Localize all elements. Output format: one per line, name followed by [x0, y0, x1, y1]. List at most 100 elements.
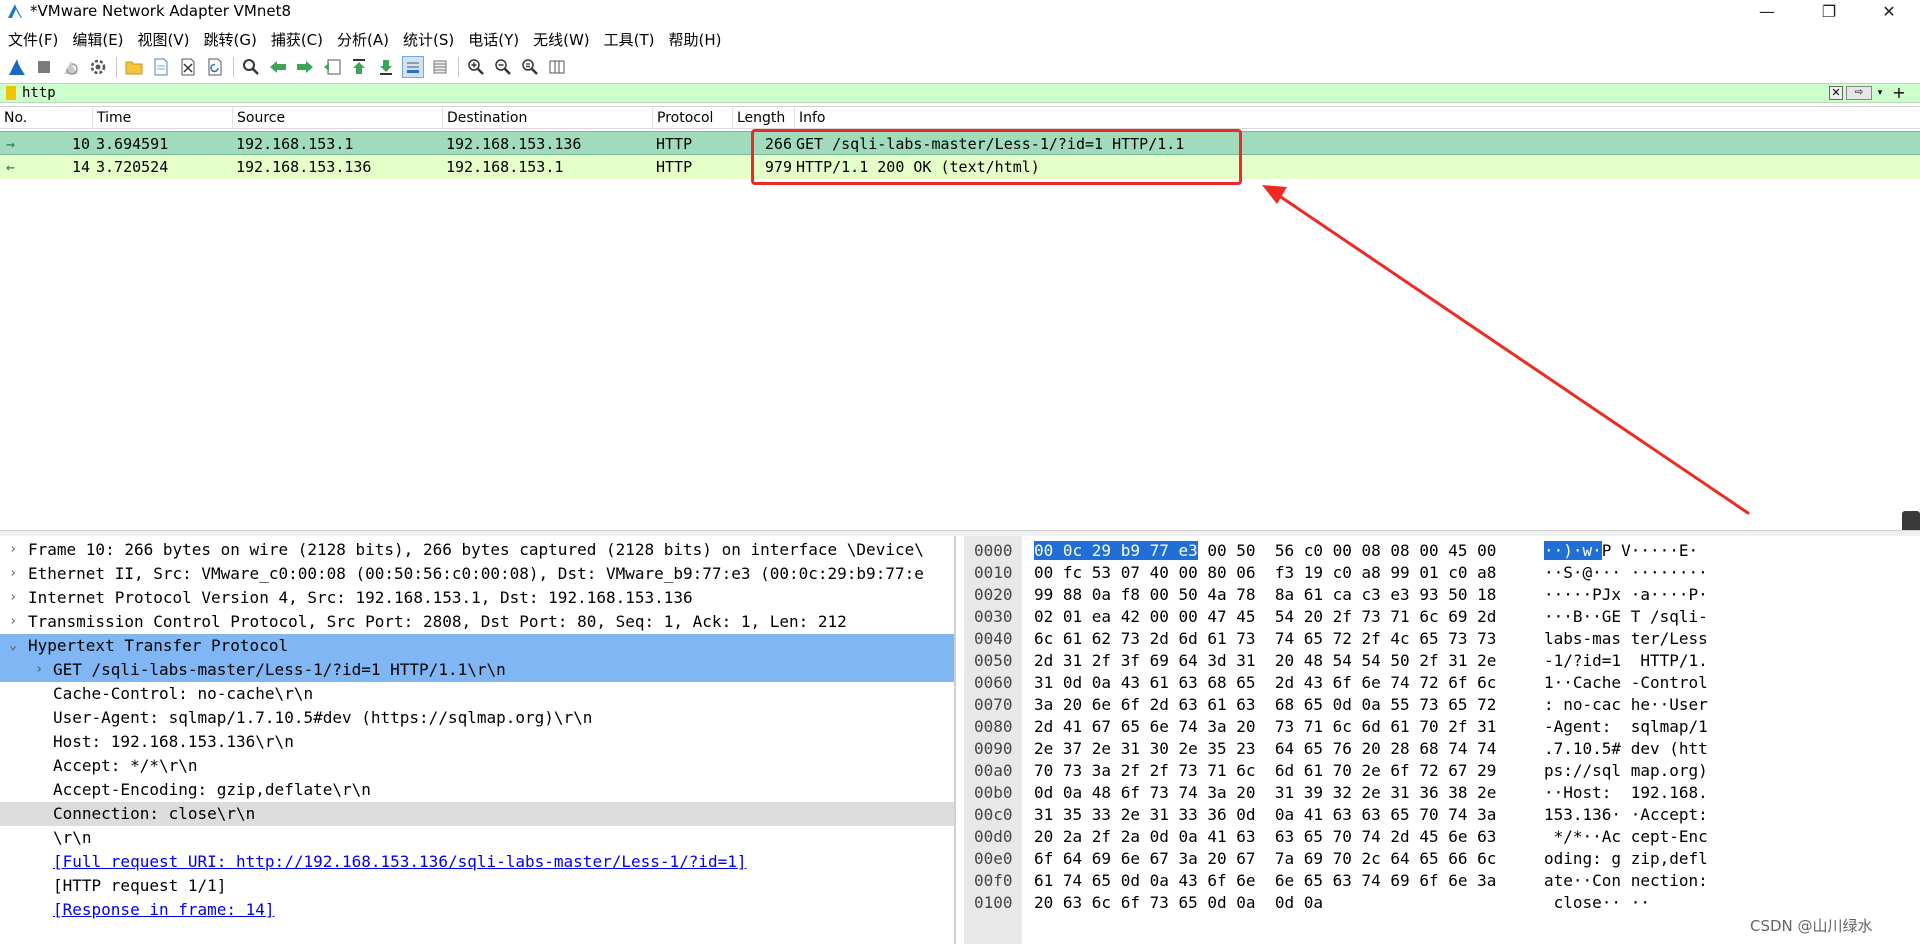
tree-item[interactable]: [HTTP request 1/1] [0, 874, 954, 898]
column-info[interactable]: Info [794, 107, 1920, 129]
start-capture-button[interactable] [6, 56, 28, 78]
display-filter-input[interactable]: http [22, 85, 1920, 101]
hex-bytes[interactable]: 2d 31 2f 3f 69 64 3d 31 20 48 54 54 50 2… [1034, 650, 1496, 672]
hex-row[interactable]: 00d0 20 2a 2f 2a 0d 0a 41 63 63 65 70 74 … [964, 826, 1920, 848]
hex-row[interactable]: 0020 99 88 0a f8 00 50 4a 78 8a 61 ca c3 … [964, 584, 1920, 606]
tree-item[interactable]: Accept: */*\r\n [0, 754, 954, 778]
hex-bytes[interactable]: 20 2a 2f 2a 0d 0a 41 63 63 65 70 74 2d 4… [1034, 826, 1496, 848]
menu-go[interactable]: 跳转(G) [204, 29, 257, 50]
ascii-bytes[interactable]: */*··Ac cept-Enc [1544, 826, 1708, 848]
menu-help[interactable]: 帮助(H) [669, 29, 722, 50]
filter-history-chevron-icon[interactable]: ▾ [1874, 86, 1886, 100]
last-packet-button[interactable] [375, 56, 397, 78]
highlighted-hex-bytes[interactable]: 00 0c 29 b9 77 e3 [1034, 541, 1198, 560]
menu-statistics[interactable]: 统计(S) [403, 29, 454, 50]
hex-row[interactable]: 00f0 61 74 65 0d 0a 43 6f 6e 6e 65 63 74 … [964, 870, 1920, 892]
ascii-bytes[interactable]: ·····PJx ·a····P· [1544, 584, 1708, 606]
restart-capture-button[interactable] [60, 56, 82, 78]
menu-edit[interactable]: 编辑(E) [72, 29, 123, 50]
hex-row[interactable]: 0080 2d 41 67 65 6e 74 3a 20 73 71 6c 6d … [964, 716, 1920, 738]
hex-row[interactable]: 0040 6c 61 62 73 2d 6d 61 73 74 65 72 2f … [964, 628, 1920, 650]
chevron-right-icon[interactable]: › [6, 538, 20, 562]
ascii-bytes[interactable]: oding: g zip,defl [1544, 848, 1708, 870]
hex-row[interactable]: 00a0 70 73 3a 2f 2f 73 71 6c 6d 61 70 2e … [964, 760, 1920, 782]
find-packet-button[interactable] [240, 56, 262, 78]
hex-bytes[interactable]: 61 74 65 0d 0a 43 6f 6e 6e 65 63 74 69 6… [1034, 870, 1496, 892]
tree-item[interactable]: [Full request URI: http://192.168.153.13… [0, 850, 954, 874]
resize-columns-button[interactable] [546, 56, 568, 78]
tree-item[interactable]: › Frame 10: 266 bytes on wire (2128 bits… [0, 538, 954, 562]
reload-file-button[interactable] [204, 56, 226, 78]
tree-item[interactable]: User-Agent: sqlmap/1.7.10.5#dev (https:/… [0, 706, 954, 730]
column-time[interactable]: Time [92, 107, 232, 129]
add-filter-button-icon[interactable]: + [1891, 84, 1907, 102]
tree-item[interactable]: \r\n [0, 826, 954, 850]
stop-capture-button[interactable] [33, 56, 55, 78]
full-request-uri-link[interactable]: [Full request URI: http://192.168.153.13… [53, 850, 747, 874]
hex-row[interactable]: 0100 20 63 6c 6f 73 65 0d 0a 0d 0a close·… [964, 892, 1920, 914]
hex-row[interactable]: 0090 2e 37 2e 31 30 2e 35 23 64 65 76 20 … [964, 738, 1920, 760]
apply-filter-arrow-icon[interactable]: ⇨ [1846, 86, 1872, 100]
tree-item[interactable]: › Ethernet II, Src: VMware_c0:00:08 (00:… [0, 562, 954, 586]
ascii-bytes[interactable]: ··S·@··· ········ [1544, 562, 1708, 584]
minimize-button[interactable]: — [1744, 0, 1790, 22]
maximize-button[interactable]: ❐ [1806, 0, 1852, 22]
ascii-bytes[interactable]: : no-cac he··User [1544, 694, 1708, 716]
hex-bytes[interactable]: 99 88 0a f8 00 50 4a 78 8a 61 ca c3 e3 9… [1034, 584, 1496, 606]
hex-bytes[interactable]: 00 fc 53 07 40 00 80 06 f3 19 c0 a8 99 0… [1034, 562, 1496, 584]
chevron-right-icon[interactable]: › [32, 658, 46, 682]
column-no[interactable]: No. [0, 107, 92, 129]
ascii-bytes[interactable]: 153.136· ·Accept: [1544, 804, 1708, 826]
hex-bytes[interactable]: 02 01 ea 42 00 00 47 45 54 20 2f 73 71 6… [1034, 606, 1496, 628]
hex-row[interactable]: 0060 31 0d 0a 43 61 63 68 65 2d 43 6f 6e … [964, 672, 1920, 694]
hex-row[interactable]: 0030 02 01 ea 42 00 00 47 45 54 20 2f 73 … [964, 606, 1920, 628]
column-source[interactable]: Source [232, 107, 442, 129]
colorize-button[interactable] [429, 56, 451, 78]
ascii-bytes[interactable]: ··Host: 192.168. [1544, 782, 1708, 804]
column-protocol[interactable]: Protocol [652, 107, 732, 129]
tree-item[interactable]: [Response in frame: 14] [0, 898, 954, 922]
hex-bytes[interactable]: 2e 37 2e 31 30 2e 35 23 64 65 76 20 28 6… [1034, 738, 1496, 760]
ascii-bytes[interactable]: ps://sql map.org) [1544, 760, 1708, 782]
menu-wireless[interactable]: 无线(W) [533, 29, 590, 50]
ascii-bytes[interactable]: ···B··GE T /sqli- [1544, 606, 1708, 628]
zoom-in-button[interactable] [465, 56, 487, 78]
chevron-right-icon[interactable]: › [6, 610, 20, 634]
tree-item-selected[interactable]: ⌄ Hypertext Transfer Protocol [0, 634, 954, 658]
tree-item[interactable]: › Transmission Control Protocol, Src Por… [0, 610, 954, 634]
ascii-bytes[interactable]: -Agent: sqlmap/1 [1544, 716, 1708, 738]
hex-row[interactable]: 00b0 0d 0a 48 6f 73 74 3a 20 31 39 32 2e … [964, 782, 1920, 804]
hex-bytes[interactable]: 20 63 6c 6f 73 65 0d 0a 0d 0a [1034, 892, 1323, 914]
menu-capture[interactable]: 捕获(C) [271, 29, 323, 50]
chevron-down-icon[interactable]: ⌄ [6, 634, 20, 658]
first-packet-button[interactable] [348, 56, 370, 78]
save-file-button[interactable] [150, 56, 172, 78]
ascii-bytes[interactable]: 1··Cache -Control [1544, 672, 1708, 694]
open-file-button[interactable] [123, 56, 145, 78]
ascii-bytes[interactable]: ··)·w·P V·····E· [1544, 540, 1698, 562]
ascii-bytes[interactable]: -1/?id=1 HTTP/1. [1544, 650, 1708, 672]
hex-bytes[interactable]: 6c 61 62 73 2d 6d 61 73 74 65 72 2f 4c 6… [1034, 628, 1496, 650]
close-button[interactable]: ✕ [1866, 0, 1912, 22]
tree-item[interactable]: Accept-Encoding: gzip,deflate\r\n [0, 778, 954, 802]
menu-tools[interactable]: 工具(T) [604, 29, 655, 50]
hex-row[interactable]: 0050 2d 31 2f 3f 69 64 3d 31 20 48 54 54 … [964, 650, 1920, 672]
chevron-right-icon[interactable]: › [6, 562, 20, 586]
bookmark-icon[interactable] [6, 86, 16, 100]
hex-row[interactable]: 0070 3a 20 6e 6f 2d 63 61 63 68 65 0d 0a … [964, 694, 1920, 716]
hex-bytes[interactable]: 31 35 33 2e 31 33 36 0d 0a 41 63 63 65 7… [1034, 804, 1496, 826]
hex-row[interactable]: 0000 00 0c 29 b9 77 e3 00 50 56 c0 00 08 … [964, 540, 1920, 562]
hex-bytes[interactable]: 2d 41 67 65 6e 74 3a 20 73 71 6c 6d 61 7… [1034, 716, 1496, 738]
tree-item[interactable]: › Internet Protocol Version 4, Src: 192.… [0, 586, 954, 610]
column-destination[interactable]: Destination [442, 107, 652, 129]
ascii-bytes[interactable]: .7.10.5# dev (htt [1544, 738, 1708, 760]
go-forward-button[interactable] [294, 56, 316, 78]
hex-row[interactable]: 00c0 31 35 33 2e 31 33 36 0d 0a 41 63 63 … [964, 804, 1920, 826]
tree-item[interactable]: › GET /sqli-labs-master/Less-1/?id=1 HTT… [0, 658, 954, 682]
ascii-bytes[interactable]: close·· ·· [1544, 892, 1650, 914]
hex-row[interactable]: 00e0 6f 64 69 6e 67 3a 20 67 7a 69 70 2c … [964, 848, 1920, 870]
go-to-packet-button[interactable] [321, 56, 343, 78]
column-length[interactable]: Length [732, 107, 794, 129]
menu-view[interactable]: 视图(V) [138, 29, 190, 50]
tree-item[interactable]: Host: 192.168.153.136\r\n [0, 730, 954, 754]
